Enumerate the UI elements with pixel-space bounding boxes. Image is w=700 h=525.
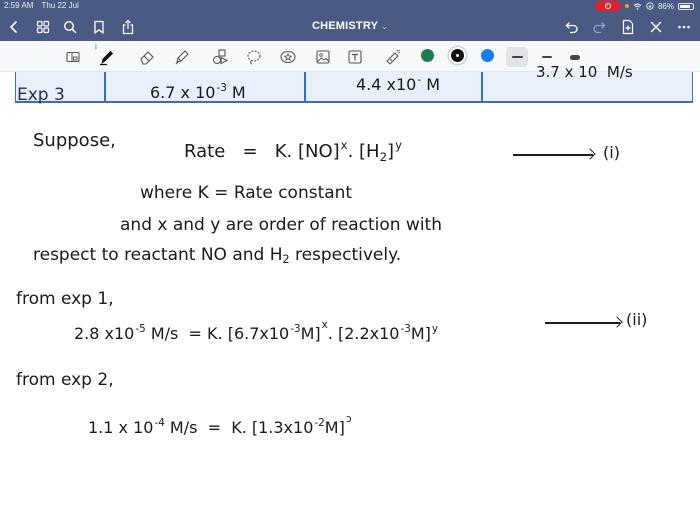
table-cell-rate: 3.7 x 10 M/s (536, 63, 633, 81)
mic-indicator-icon (624, 4, 629, 8)
bluetooth-icon: ᛒ (94, 44, 99, 51)
note-page[interactable]: Exp 3 6.7 x 10-3 M 4.4 x10- M 3.7 x 10 M… (0, 63, 700, 525)
text-respectively: respect to reactant NO and H2 respective… (33, 245, 402, 267)
battery-percent: 86% (657, 1, 674, 11)
text-where-k: where K = Rate constant (140, 183, 353, 203)
laser-pointer-icon[interactable] (383, 47, 403, 67)
text-orders: and x and y are order of reaction with (120, 215, 442, 235)
sticker-icon[interactable] (278, 47, 298, 67)
stroke-thin-button[interactable] (506, 47, 528, 67)
status-date: Thu 22 Jul (41, 1, 79, 10)
lasso-icon[interactable] (244, 47, 264, 67)
highlighter-icon[interactable] (172, 47, 192, 67)
shapes-icon[interactable] (210, 47, 230, 67)
text-suppose: Suppose, (33, 130, 116, 151)
rate-equation: Rate = K. [NO]x. [H2]y (184, 137, 402, 164)
table-divider (304, 72, 306, 101)
redo-icon[interactable] (589, 17, 609, 37)
text-from-exp2: from exp 2, (16, 370, 114, 390)
color-swatch-black[interactable] (451, 49, 464, 62)
equation-exp1: 2.8 x10-5 M/s = K. [6.7x10-3M]x. [2.2x10… (74, 318, 439, 343)
arrow-icon (545, 322, 620, 324)
pen-icon[interactable]: ᛒ (94, 44, 116, 67)
arrow-icon (513, 154, 593, 156)
nav-bar: CHEMISTRY ⌄ (0, 15, 700, 39)
close-icon[interactable] (646, 17, 666, 37)
equation-exp2: 1.1 x 10-4 M/s = K. [1.3x10-2M]ɔ (88, 412, 352, 437)
undo-icon[interactable] (562, 17, 582, 37)
table-divider (481, 72, 483, 101)
image-icon[interactable] (313, 47, 333, 67)
table-cell-h2-conc: 4.4 x10- M (356, 73, 440, 94)
status-bar-left: 2:59 AM Thu 22 Jul (4, 1, 85, 10)
screen-record-icon[interactable] (594, 1, 621, 11)
equation-label-ii: (ii) (626, 310, 648, 329)
document-title-text: CHEMISTRY (311, 20, 379, 32)
chevron-down-icon: ⌄ (381, 22, 389, 31)
battery-icon (678, 2, 694, 10)
table-cell-no-conc: 6.7 x 10-3 M (150, 81, 246, 102)
status-time: 2:59 AM (4, 1, 34, 10)
equation-label-i: (i) (603, 143, 620, 162)
text-icon[interactable] (345, 47, 365, 67)
color-swatch-blue[interactable] (481, 49, 494, 62)
more-icon[interactable] (674, 17, 694, 37)
read-mode-icon[interactable] (63, 47, 83, 67)
table-divider (104, 72, 106, 101)
text-from-exp1: from exp 1, (16, 289, 114, 309)
color-swatch-green[interactable] (421, 49, 434, 62)
table-cell-exp3: Exp 3 (17, 85, 65, 105)
status-bar-right: 86% (594, 1, 694, 11)
top-bar: 2:59 AM Thu 22 Jul 86% CHEMISTRY ⌄ (0, 0, 700, 41)
eraser-icon[interactable] (137, 47, 157, 67)
orientation-lock-icon (646, 2, 654, 10)
wifi-icon (633, 3, 642, 10)
add-page-icon[interactable] (618, 17, 638, 37)
